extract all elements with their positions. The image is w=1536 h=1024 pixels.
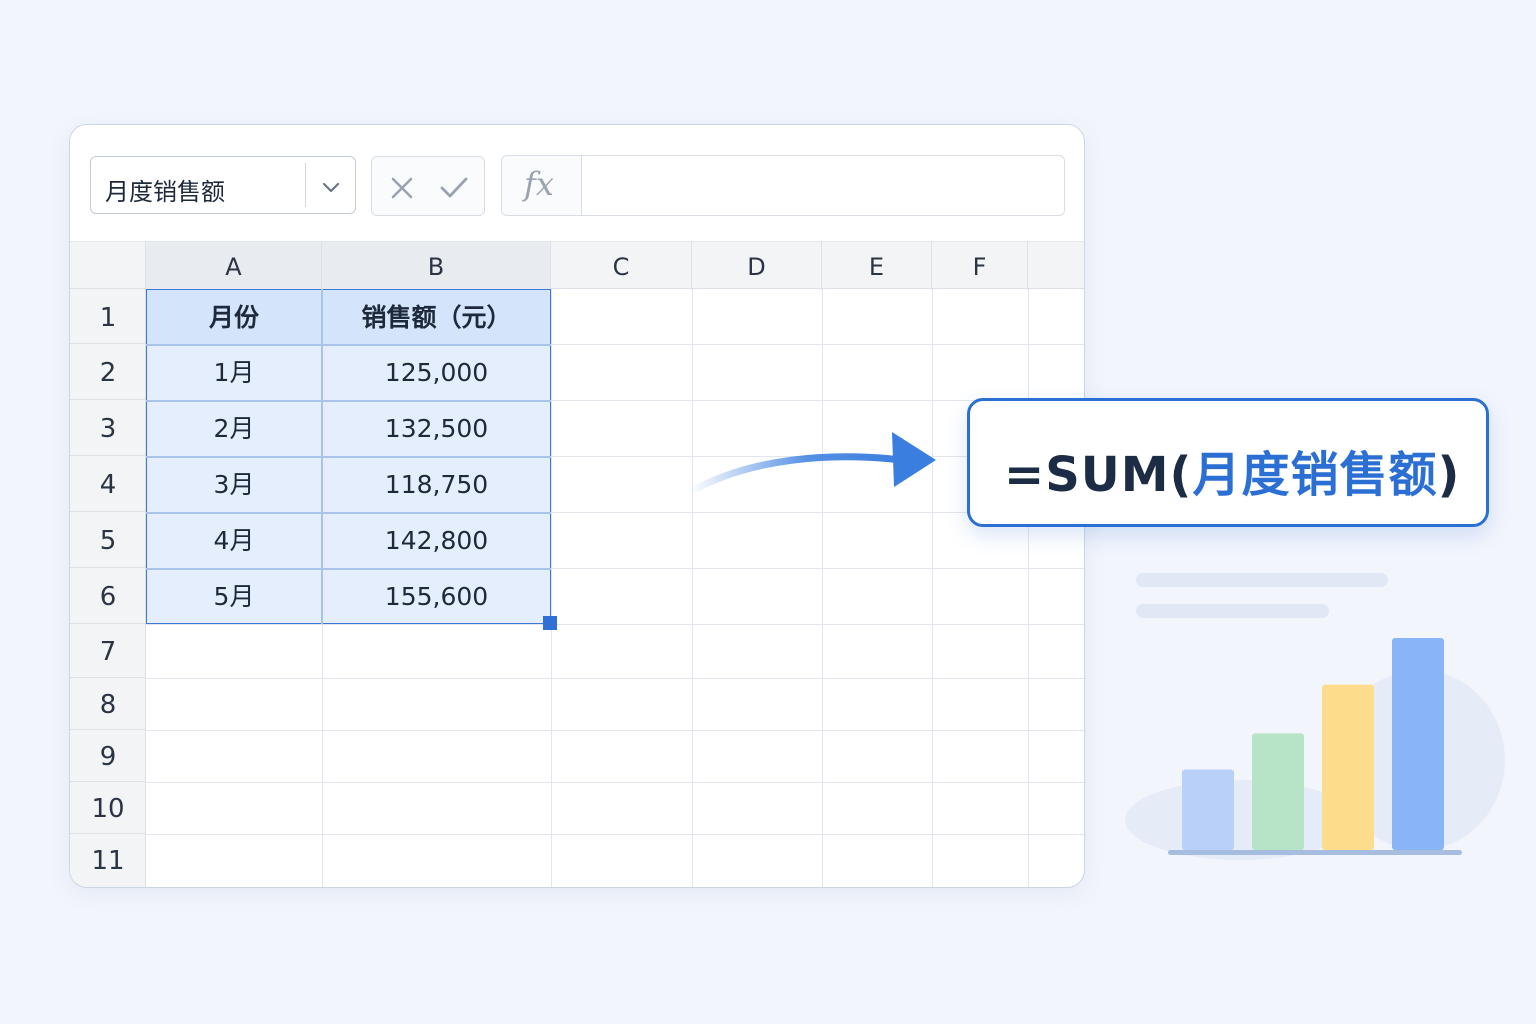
grid-line bbox=[146, 730, 1084, 731]
formula-confirm-group bbox=[371, 156, 485, 216]
row-header-4[interactable]: 4 bbox=[70, 456, 146, 512]
formula-callout: =SUM(月度销售额) bbox=[967, 398, 1489, 527]
cell-b2[interactable]: 125,000 bbox=[322, 344, 551, 400]
row-header-5[interactable]: 5 bbox=[70, 512, 146, 568]
chart-bar bbox=[1322, 684, 1374, 850]
fx-label: fx bbox=[524, 165, 554, 203]
close-icon[interactable] bbox=[389, 175, 415, 201]
chart-bar bbox=[1182, 769, 1234, 850]
cell-a5[interactable]: 4月 bbox=[146, 512, 322, 568]
formula-suffix: ) bbox=[1437, 447, 1461, 503]
cell-a3[interactable]: 2月 bbox=[146, 400, 322, 456]
cell-b4[interactable]: 118,750 bbox=[322, 456, 551, 512]
chart-bar bbox=[1392, 638, 1444, 850]
grid-line bbox=[146, 678, 1084, 679]
chart-bar bbox=[1252, 733, 1304, 850]
cell-b5[interactable]: 142,800 bbox=[322, 512, 551, 568]
formula-prefix: =SUM( bbox=[1004, 447, 1193, 503]
grid-line bbox=[932, 289, 933, 887]
bar-chart-illustration bbox=[1125, 638, 1505, 860]
cell-a1[interactable]: 月份 bbox=[146, 289, 322, 344]
check-icon[interactable] bbox=[439, 175, 469, 201]
chevron-down-icon[interactable] bbox=[320, 176, 342, 198]
formula-toolbar: 月度销售额 fx bbox=[70, 125, 1084, 241]
row-header-9[interactable]: 9 bbox=[70, 730, 146, 782]
row-header-7[interactable]: 7 bbox=[70, 624, 146, 678]
grid-line bbox=[1028, 289, 1029, 887]
grid-line bbox=[146, 834, 1084, 835]
select-all-corner[interactable] bbox=[70, 242, 146, 290]
grid-line bbox=[822, 289, 823, 887]
row-header-2[interactable]: 2 bbox=[70, 344, 146, 400]
placeholder-line bbox=[1136, 604, 1329, 618]
name-box-divider bbox=[305, 163, 306, 207]
column-header-g[interactable] bbox=[1028, 242, 1084, 290]
cell-b1[interactable]: 销售额（元） bbox=[322, 289, 551, 344]
column-header-row: A B C D E F bbox=[70, 241, 1084, 290]
row-header-1[interactable]: 1 bbox=[70, 289, 146, 344]
placeholder-line bbox=[1136, 573, 1388, 587]
row-header-column: 1 2 3 4 5 6 7 8 9 10 11 bbox=[70, 289, 146, 887]
column-header-d[interactable]: D bbox=[692, 242, 822, 290]
column-header-b[interactable]: B bbox=[322, 242, 551, 290]
spreadsheet-grid[interactable]: A B C D E F 1 2 3 4 5 6 7 8 9 10 11 月份 销… bbox=[70, 241, 1084, 887]
cell-b6[interactable]: 155,600 bbox=[322, 568, 551, 624]
row-header-11[interactable]: 11 bbox=[70, 834, 146, 887]
grid-line bbox=[146, 782, 1084, 783]
column-header-c[interactable]: C bbox=[551, 242, 692, 290]
cell-a2[interactable]: 1月 bbox=[146, 344, 322, 400]
row-header-6[interactable]: 6 bbox=[70, 568, 146, 624]
cell-b3[interactable]: 132,500 bbox=[322, 400, 551, 456]
name-box[interactable]: 月度销售额 bbox=[90, 156, 356, 214]
name-box-value: 月度销售额 bbox=[105, 178, 225, 206]
formula-callout-text: =SUM(月度销售额) bbox=[1004, 435, 1460, 505]
grid-line bbox=[146, 624, 1084, 625]
formula-bar[interactable]: fx bbox=[501, 155, 1065, 216]
fx-icon[interactable]: fx bbox=[502, 156, 582, 215]
column-header-e[interactable]: E bbox=[822, 242, 932, 290]
grid-line bbox=[692, 289, 693, 887]
cell-a6[interactable]: 5月 bbox=[146, 568, 322, 624]
row-header-8[interactable]: 8 bbox=[70, 678, 146, 730]
arrow-icon bbox=[686, 432, 936, 496]
chart-baseline bbox=[1168, 850, 1462, 855]
cell-a4[interactable]: 3月 bbox=[146, 456, 322, 512]
column-header-a[interactable]: A bbox=[146, 242, 322, 290]
row-header-3[interactable]: 3 bbox=[70, 400, 146, 456]
formula-argument: 月度销售额 bbox=[1192, 447, 1438, 503]
column-header-f[interactable]: F bbox=[932, 242, 1028, 290]
grid-line bbox=[551, 289, 552, 887]
row-header-10[interactable]: 10 bbox=[70, 782, 146, 834]
